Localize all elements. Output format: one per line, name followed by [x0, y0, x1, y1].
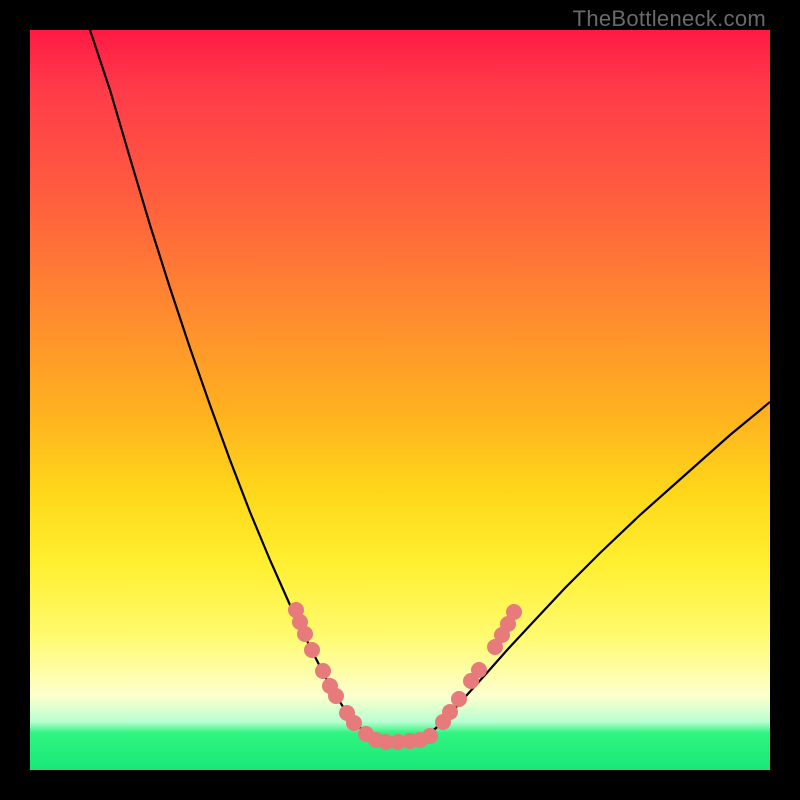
data-point	[472, 663, 487, 678]
data-point	[443, 705, 458, 720]
data-point	[298, 627, 313, 642]
watermark-text: TheBottleneck.com	[573, 6, 766, 32]
data-point	[507, 605, 522, 620]
left-curve-path	[90, 30, 370, 736]
data-point	[305, 643, 320, 658]
data-point	[347, 716, 362, 731]
curve-overlay	[30, 30, 770, 770]
data-point	[423, 729, 438, 744]
data-points-group	[289, 603, 522, 750]
data-point	[316, 664, 331, 679]
data-point	[452, 692, 467, 707]
right-curve-path	[426, 402, 770, 736]
data-point	[329, 689, 344, 704]
chart-frame: TheBottleneck.com	[0, 0, 800, 800]
gradient-plot-area	[30, 30, 770, 770]
